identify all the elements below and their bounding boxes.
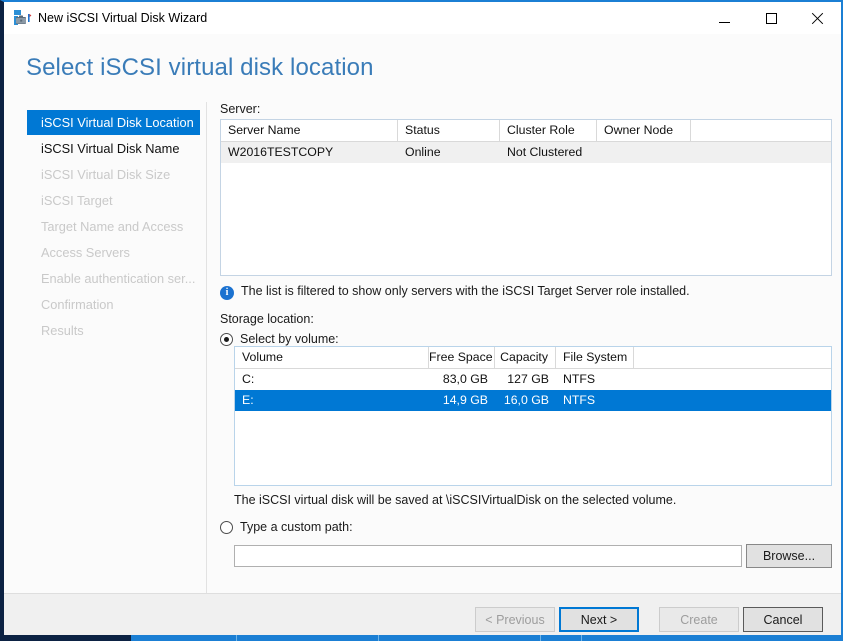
window-title: New iSCSI Virtual Disk Wizard	[38, 9, 207, 27]
volume-table-header: Volume Free Space Capacity File System	[235, 347, 831, 369]
radio-select-by-volume[interactable]: Select by volume:	[220, 332, 339, 346]
sidebar-item-label: Results	[41, 323, 84, 338]
cell-filler	[634, 369, 831, 390]
cell-free-space: 14,9 GB	[429, 390, 495, 411]
cell-filler	[634, 390, 831, 411]
close-icon	[811, 12, 824, 25]
cell-volume: E:	[235, 390, 429, 411]
previous-button: < Previous	[475, 607, 555, 632]
column-header-status[interactable]: Status	[398, 120, 500, 141]
cell-cluster-role: Not Clustered	[500, 142, 597, 163]
server-label: Server:	[220, 102, 260, 116]
browse-button[interactable]: Browse...	[746, 544, 832, 568]
radio-button-icon	[220, 333, 233, 346]
custom-path-input[interactable]	[234, 545, 742, 567]
sidebar-item-label: iSCSI Virtual Disk Size	[41, 167, 170, 182]
sidebar-item-label: iSCSI Virtual Disk Location	[41, 115, 194, 130]
sidebar-item-iscsi-virtual-disk-location[interactable]: iSCSI Virtual Disk Location	[27, 110, 200, 135]
column-header-filler	[691, 120, 831, 141]
volume-table[interactable]: Volume Free Space Capacity File System C…	[234, 346, 832, 486]
cell-filler	[691, 142, 831, 163]
content-pane: Server: Server Name Status Cluster Role …	[220, 102, 835, 593]
sidebar-item-label: iSCSI Target	[41, 193, 113, 208]
cell-status: Online	[398, 142, 500, 163]
maximize-icon	[766, 13, 777, 24]
minimize-button[interactable]	[702, 2, 747, 34]
body-area: iSCSI Virtual Disk Location iSCSI Virtua…	[4, 102, 841, 593]
column-header-volume[interactable]: Volume	[235, 347, 429, 368]
taskbar-divider-1	[236, 634, 237, 641]
taskbar-divider-4	[581, 634, 582, 641]
table-row[interactable]: C: 83,0 GB 127 GB NTFS	[235, 369, 831, 390]
column-header-filler	[634, 347, 831, 368]
sidebar-item-access-servers: Access Servers	[27, 240, 200, 265]
sidebar-item-enable-authentication: Enable authentication ser...	[27, 266, 200, 291]
column-header-cluster-role[interactable]: Cluster Role	[500, 120, 597, 141]
cancel-button[interactable]: Cancel	[743, 607, 823, 632]
sidebar-item-results: Results	[27, 318, 200, 343]
column-header-file-system[interactable]: File System	[556, 347, 634, 368]
cell-owner-node	[597, 142, 691, 163]
maximize-button[interactable]	[749, 2, 794, 34]
sidebar-item-label: Access Servers	[41, 245, 130, 260]
sidebar-item-iscsi-target: iSCSI Target	[27, 188, 200, 213]
sidebar-item-label: Confirmation	[41, 297, 114, 312]
cell-server-name: W2016TESTCOPY	[221, 142, 398, 163]
cell-free-space: 83,0 GB	[429, 369, 495, 390]
radio-type-custom-path-label: Type a custom path:	[240, 520, 353, 534]
minimize-icon	[719, 22, 730, 23]
column-header-capacity[interactable]: Capacity	[495, 347, 556, 368]
info-icon: i	[220, 286, 234, 300]
sidebar-item-target-name-and-access: Target Name and Access	[27, 214, 200, 239]
wizard-window: New iSCSI Virtual Disk Wizard Select iSC…	[0, 0, 843, 634]
radio-button-icon	[220, 521, 233, 534]
save-location-note: The iSCSI virtual disk will be saved at …	[234, 493, 676, 507]
next-button[interactable]: Next >	[559, 607, 639, 632]
taskbar-divider-3	[540, 634, 541, 641]
info-message-text: The list is filtered to show only server…	[241, 284, 690, 298]
screen: New iSCSI Virtual Disk Wizard Select iSC…	[0, 0, 843, 641]
storage-location-label: Storage location:	[220, 312, 314, 326]
column-header-free-space[interactable]: Free Space	[429, 347, 495, 368]
title-bar[interactable]: New iSCSI Virtual Disk Wizard	[4, 2, 841, 34]
close-button[interactable]	[795, 2, 840, 34]
server-table-header: Server Name Status Cluster Role Owner No…	[221, 120, 831, 142]
sidebar-divider	[206, 102, 207, 593]
cell-file-system: NTFS	[556, 369, 634, 390]
column-header-server-name[interactable]: Server Name	[221, 120, 398, 141]
taskbar-divider-2	[378, 634, 379, 641]
table-row[interactable]: W2016TESTCOPY Online Not Clustered	[221, 142, 831, 163]
table-row[interactable]: E: 14,9 GB 16,0 GB NTFS	[235, 390, 831, 411]
sidebar-item-confirmation: Confirmation	[27, 292, 200, 317]
column-header-owner-node[interactable]: Owner Node	[597, 120, 691, 141]
cell-volume: C:	[235, 369, 429, 390]
filter-info-message: i The list is filtered to show only serv…	[220, 284, 690, 300]
sidebar-item-label: Target Name and Access	[41, 219, 183, 234]
wizard-step-nav: iSCSI Virtual Disk Location iSCSI Virtua…	[4, 102, 202, 593]
sidebar-item-iscsi-virtual-disk-size: iSCSI Virtual Disk Size	[27, 162, 200, 187]
radio-select-by-volume-label: Select by volume:	[240, 332, 339, 346]
server-table[interactable]: Server Name Status Cluster Role Owner No…	[220, 119, 832, 276]
sidebar-item-iscsi-virtual-disk-name[interactable]: iSCSI Virtual Disk Name	[27, 136, 200, 161]
create-button: Create	[659, 607, 739, 632]
radio-type-custom-path[interactable]: Type a custom path:	[220, 520, 353, 534]
sidebar-item-label: Enable authentication ser...	[41, 271, 195, 286]
iscsi-wizard-icon	[13, 9, 32, 27]
page-title: Select iSCSI virtual disk location	[26, 54, 374, 82]
sidebar-item-label: iSCSI Virtual Disk Name	[41, 141, 179, 156]
cell-capacity: 127 GB	[495, 369, 556, 390]
wizard-footer: < Previous Next > Create Cancel	[4, 593, 841, 635]
cell-file-system: NTFS	[556, 390, 634, 411]
cell-capacity: 16,0 GB	[495, 390, 556, 411]
